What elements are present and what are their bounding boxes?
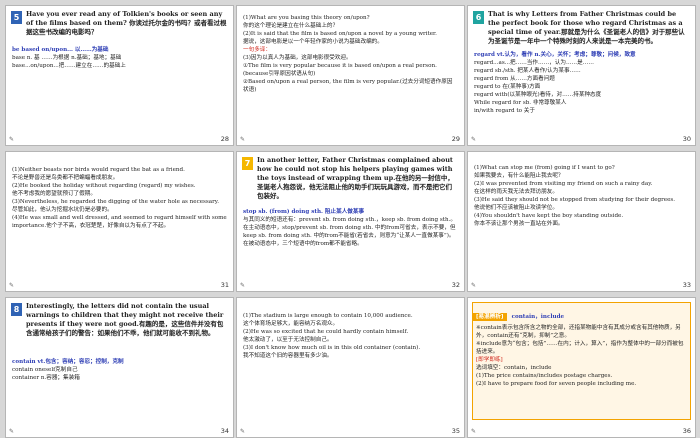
- example-line: (2)He was so excited that he could hardl…: [243, 329, 409, 335]
- page-number: 35: [451, 427, 460, 435]
- slide-thumbnail-33[interactable]: (1)What can stop me (from) going if I wa…: [467, 151, 696, 292]
- practice-line: (1)The price contains/includes postage c…: [476, 373, 613, 379]
- slide-thumbnail-31[interactable]: (1)Neither beasts nor birds would regard…: [5, 151, 234, 292]
- slide-thumbnail-35[interactable]: (1)The stadium is large enough to contai…: [236, 297, 465, 438]
- slide-number-badge: 6: [473, 11, 484, 24]
- example-line: 他说他们不应该被阻止攻读学位。: [474, 205, 558, 211]
- phrase-line: regard sb./sth. 把某人看作/认为某事……: [474, 68, 581, 74]
- footer-mark: ✎: [9, 282, 15, 289]
- example-line: ②Based on/upon a real person, the film i…: [243, 79, 453, 93]
- slide-sorter-grid: 5 Have you ever read any of Tolkien's bo…: [0, 0, 700, 438]
- example-line: ①The film is very popular because it is …: [243, 63, 437, 77]
- footer-mark: ✎: [240, 428, 246, 435]
- example-line: (2)He booked the holiday without regardi…: [12, 183, 196, 189]
- phrase-line: base n. 基 ……为根据 n.基础；基地；基础: [12, 55, 122, 61]
- phrase-line: regard from 从……方面看问题: [474, 76, 555, 82]
- phrase-line: container n.容器；集装箱: [12, 375, 80, 381]
- footer-mark: ✎: [471, 282, 477, 289]
- comparison-line: ※contain表示包含所含之物的全部，还指某物能中含有其成分或含有其他物质，另…: [476, 325, 681, 339]
- example-line: 他太激动了，以至于无法控制自己。: [243, 337, 333, 343]
- slide-thumbnail-29[interactable]: (1)What are you basing this theory on/up…: [236, 5, 465, 146]
- footer-mark: ✎: [240, 136, 246, 143]
- example-line: 我不知道这个旧的容器里有多少油。: [243, 353, 333, 359]
- slide-number-badge: 5: [11, 11, 22, 24]
- example-line: (4)He was small and well dressed, and se…: [12, 215, 227, 229]
- slide-thumbnail-34[interactable]: 8 Interestingly, the letters did not con…: [5, 297, 234, 438]
- example-line: (3)He said they should not be stopped fr…: [474, 197, 676, 203]
- example-line: (3)Nevertheless, he regarded the digging…: [12, 199, 219, 205]
- page-number: 29: [451, 135, 460, 143]
- example-line: (3)I don't know how much oil is in this …: [243, 345, 421, 351]
- phrase-line: 与其同义的短语还有：prevent sb. from doing sth.，ke…: [243, 217, 456, 223]
- phrase-line: contain vt.包含；容纳；容忍；控制，克制: [12, 359, 124, 365]
- example-line: (1)The stadium is large enough to contai…: [243, 313, 413, 319]
- example-line: (1)What are you basing this theory on/up…: [243, 15, 370, 21]
- example-line: (1)Neither beasts nor birds would regard…: [12, 167, 185, 173]
- comparison-panel: [易混辨析] contain，include ※contain表示包含所含之物的…: [472, 302, 691, 420]
- phrase-line: While regard for sb. 非常尊敬某人: [474, 100, 567, 106]
- page-number: 32: [451, 281, 460, 289]
- practice-line: (2)I have to prepare food for seven peop…: [476, 381, 637, 387]
- example-heading: 一句多译：: [243, 47, 271, 53]
- slide-thumbnail-28[interactable]: 5 Have you ever read any of Tolkien's bo…: [5, 5, 234, 146]
- phrase-line: regard vt.认为，看作 n.关心，关怀；考虑；尊敬；问候，致意: [474, 52, 636, 58]
- phrase-line: stop sb. (from) doing sth. 阻止某人做某事: [243, 209, 365, 215]
- phrase-line: regard...as...把……当作……，认为……是……: [474, 60, 594, 66]
- phrase-line: regard with(以某种眼光)看待，对……持某种态度: [474, 92, 602, 98]
- question-text: That is why Letters from Father Christma…: [488, 10, 685, 45]
- example-line: 据说，这部电影是以一个年轻作家的小说为基础改编的。: [243, 39, 383, 45]
- slide-thumbnail-32[interactable]: 7 In another letter, Father Christmas co…: [236, 151, 465, 292]
- example-line: 不论是野兽还是鸟类都不把蝙蝠看成朋友。: [12, 175, 119, 181]
- example-line: (2)I was prevented from visiting my frie…: [474, 181, 653, 187]
- page-number: 34: [220, 427, 229, 435]
- practice-line: 选词填空：contain，include: [476, 365, 552, 371]
- question-text: Have you ever read any of Tolkien's book…: [26, 10, 227, 36]
- phrase-line: base...on/upon...把……建立在……的基础上: [12, 63, 126, 69]
- footer-mark: ✎: [240, 282, 246, 289]
- example-line: 他不考虑我的愿望就预订了假期。: [12, 191, 96, 197]
- phrase-line: be based on/upon... 以……为基础: [12, 47, 109, 53]
- example-line: 这个体育场足够大，能容纳万名观众。: [243, 321, 339, 327]
- footer-mark: ✎: [471, 136, 477, 143]
- slide-number-badge: 7: [242, 157, 253, 170]
- example-line: 尽管如此，他认为挖掘水坑仍是必要的。: [12, 207, 113, 213]
- example-line: (2)It is said that the film is based on/…: [243, 31, 437, 37]
- phrase-line: contain oneself克制自己: [12, 367, 78, 373]
- footer-mark: ✎: [9, 428, 15, 435]
- slide-number-badge: 8: [11, 303, 22, 316]
- panel-heading: [易混辨析]: [473, 313, 507, 321]
- slide-thumbnail-30[interactable]: 6 That is why Letters from Father Christ…: [467, 5, 696, 146]
- question-text: In another letter, Father Christmas comp…: [257, 156, 454, 200]
- example-line: (1)What can stop me (from) going if I wa…: [474, 165, 615, 171]
- example-line: (3)因为以真人为基础，这部电影很受欢迎。: [243, 55, 352, 61]
- page-number: 30: [682, 135, 691, 143]
- example-line: (4)You shouldn't have kept the boy stand…: [474, 213, 624, 219]
- example-line: 你的这个理论是建立在什么基础上的？: [243, 23, 339, 29]
- phrase-line: regard to 在(某种事)方面: [474, 84, 541, 90]
- practice-heading: [即学即练]: [476, 357, 503, 363]
- example-line: 在这样的雨天我无法去拜访朋友。: [474, 189, 558, 195]
- footer-mark: ✎: [9, 136, 15, 143]
- question-text: Interestingly, the letters did not conta…: [26, 302, 224, 337]
- page-number: 36: [682, 427, 691, 435]
- panel-title: contain，include: [511, 314, 565, 320]
- comparison-line: ※include意为“包含；包括”……在内；计入，算入”，指作为整体中的一部分而…: [476, 341, 684, 355]
- slide-thumbnail-36[interactable]: [易混辨析] contain，include ※contain表示包含所含之物的…: [467, 297, 696, 438]
- page-number: 33: [682, 281, 691, 289]
- phrase-line: in/with regard to 关于: [474, 108, 535, 114]
- phrase-line: 在主动语态中，stop/prevent sb. from doing sth. …: [243, 225, 456, 247]
- example-line: 你本不该让那个男孩一直站在外面。: [474, 221, 564, 227]
- footer-mark: ✎: [471, 428, 477, 435]
- page-number: 28: [220, 135, 229, 143]
- page-number: 31: [220, 281, 229, 289]
- example-line: 如果我要去，有什么能阻止我去呢？: [474, 173, 564, 179]
